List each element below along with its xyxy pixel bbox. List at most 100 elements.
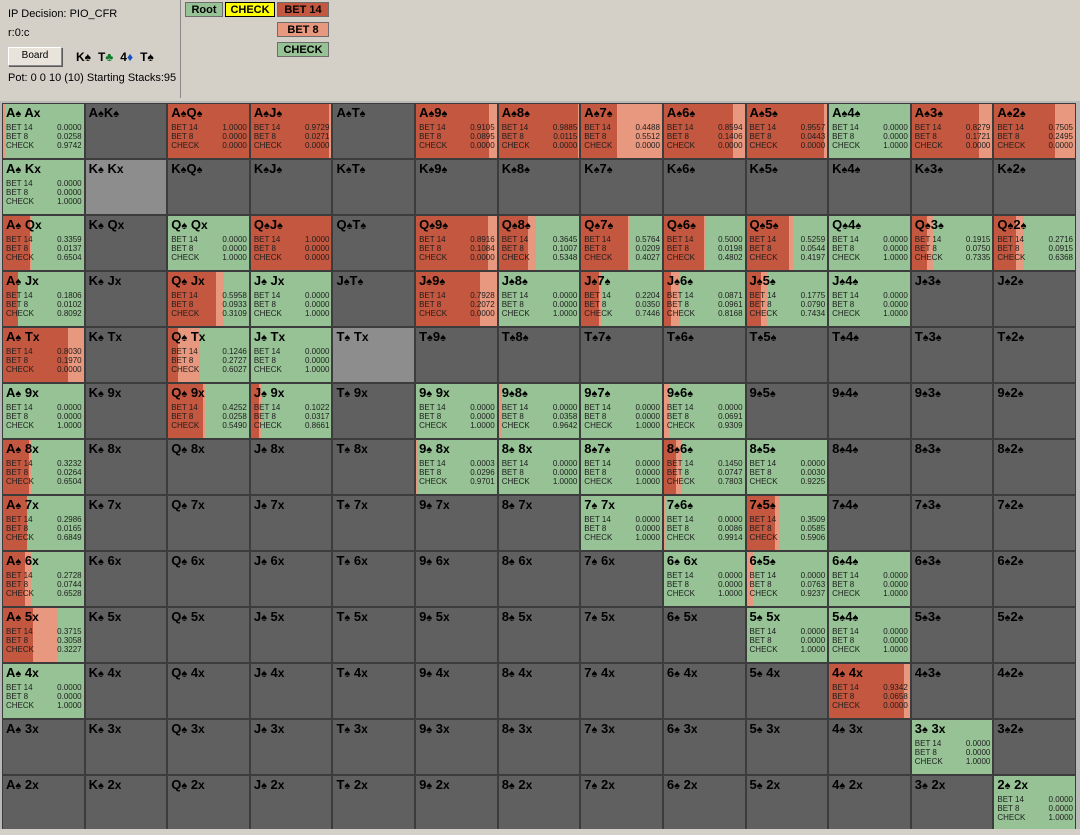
range-cell[interactable]: 5♠4♠ BET 14 0.0000 BET 8 0.0000 CHECK 1.0000	[828, 607, 911, 663]
range-cell[interactable]: 7♠ 4x	[580, 663, 663, 719]
range-cell[interactable]: 6♠ 4x	[662, 663, 746, 719]
range-cell[interactable]: Q♠T♠	[332, 215, 416, 271]
range-cell[interactable]: 2♠ 2x BET 14 0.0000 BET 8 0.0000 CHECK 1.0000	[993, 775, 1076, 831]
range-cell[interactable]: J♠ 5x	[249, 607, 333, 663]
range-cell[interactable]: 6♠5♠ BET 14 0.0000 BET 8 0.0763 CHECK 0.9237	[745, 551, 829, 607]
tree-node-bet-8[interactable]: BET 8	[277, 22, 329, 37]
range-cell[interactable]: Q♠6♠ BET 14 0.5000 BET 8 0.0198 CHECK 0.4802	[662, 215, 746, 271]
range-cell[interactable]: Q♠ 6x	[167, 551, 250, 607]
range-cell[interactable]: 7♠5♠ BET 14 0.3509 BET 8 0.0585 CHECK 0.5906	[745, 495, 829, 551]
range-cell[interactable]: 9♠8♠ BET 14 0.0000 BET 8 0.0358 CHECK 0.9642	[497, 383, 581, 439]
range-cell[interactable]: A♠ 5x BET 14 0.3715 BET 8 0.3058 CHECK 0.3227	[2, 607, 85, 663]
range-cell[interactable]: 9♠ 5x	[415, 607, 498, 663]
range-cell[interactable]: A♠T♠	[332, 103, 416, 159]
range-cell[interactable]: 6♠ 6x BET 14 0.0000 BET 8 0.0000 CHECK 1.0000	[662, 551, 746, 607]
range-cell[interactable]: T♠ 9x	[332, 383, 416, 439]
range-cell[interactable]: T♠2♠	[993, 327, 1076, 383]
range-cell[interactable]: Q♠ 3x	[167, 719, 250, 775]
range-cell[interactable]: K♠ 3x	[84, 719, 168, 775]
range-cell[interactable]: T♠ 3x	[332, 719, 416, 775]
range-cell[interactable]: 7♠6♠ BET 14 0.0000 BET 8 0.0086 CHECK 0.9914	[662, 495, 746, 551]
range-cell[interactable]: 9♠ 6x	[415, 551, 498, 607]
range-cell[interactable]: A♠ Ax BET 14 0.0000 BET 8 0.0258 CHECK 0.9742	[2, 103, 85, 159]
range-cell[interactable]: J♠6♠ BET 14 0.0871 BET 8 0.0961 CHECK 0.8168	[662, 271, 746, 327]
range-cell[interactable]: J♠9♠ BET 14 0.7928 BET 8 0.2072 CHECK 0.0000	[415, 271, 498, 327]
range-cell[interactable]: J♠5♠ BET 14 0.1775 BET 8 0.0790 CHECK 0.7434	[745, 271, 829, 327]
range-cell[interactable]: J♠ 2x	[249, 775, 333, 831]
range-cell[interactable]: J♠7♠ BET 14 0.2204 BET 8 0.0350 CHECK 0.7446	[580, 271, 663, 327]
range-cell[interactable]: K♠J♠	[249, 159, 333, 215]
tree-node-check[interactable]: CHECK	[277, 42, 329, 57]
range-cell[interactable]: 6♠ 3x	[662, 719, 746, 775]
range-cell[interactable]: 5♠3♠	[910, 607, 994, 663]
range-cell[interactable]: A♠ 9x BET 14 0.0000 BET 8 0.0000 CHECK 1.0000	[2, 383, 85, 439]
range-cell[interactable]: J♠ 4x	[249, 663, 333, 719]
range-cell[interactable]: 8♠ 8x BET 14 0.0000 BET 8 0.0000 CHECK 1.0000	[497, 439, 581, 495]
range-cell[interactable]: K♠7♠	[580, 159, 663, 215]
range-cell[interactable]: 6♠4♠ BET 14 0.0000 BET 8 0.0000 CHECK 1.0000	[828, 551, 911, 607]
range-cell[interactable]: T♠3♠	[910, 327, 994, 383]
board-button[interactable]: Board	[8, 47, 62, 66]
range-cell[interactable]: 9♠ 2x	[415, 775, 498, 831]
range-cell[interactable]: Q♠5♠ BET 14 0.5259 BET 8 0.0544 CHECK 0.4197	[745, 215, 829, 271]
range-cell[interactable]: A♠8♠ BET 14 0.9885 BET 8 0.0115 CHECK 0.0000	[497, 103, 581, 159]
range-cell[interactable]: Q♠ 2x	[167, 775, 250, 831]
range-cell[interactable]: K♠5♠	[745, 159, 829, 215]
range-cell[interactable]: 9♠7♠ BET 14 0.0000 BET 8 0.0000 CHECK 1.0000	[580, 383, 663, 439]
range-cell[interactable]: Q♠ Qx BET 14 0.0000 BET 8 0.0000 CHECK 1.0000	[167, 215, 250, 271]
range-cell[interactable]: Q♠3♠ BET 14 0.1915 BET 8 0.0750 CHECK 0.7335	[910, 215, 994, 271]
range-cell[interactable]: 5♠ 2x	[745, 775, 829, 831]
range-cell[interactable]: K♠ Qx	[84, 215, 168, 271]
range-cell[interactable]: T♠7♠	[580, 327, 663, 383]
range-cell[interactable]: Q♠ Tx BET 14 0.1246 BET 8 0.2727 CHECK 0.6027	[167, 327, 250, 383]
range-grid[interactable]: A♠ Ax BET 14 0.0000 BET 8 0.0258 CHECK 0.9742 A…	[0, 101, 1080, 835]
range-cell[interactable]: 8♠ 6x	[497, 551, 581, 607]
range-cell[interactable]: K♠9♠	[415, 159, 498, 215]
range-cell[interactable]: 7♠ 6x	[580, 551, 663, 607]
range-cell[interactable]: T♠8♠	[497, 327, 581, 383]
range-cell[interactable]: 8♠7♠ BET 14 0.0000 BET 8 0.0000 CHECK 1.0000	[580, 439, 663, 495]
range-cell[interactable]: A♠4♠ BET 14 0.0000 BET 8 0.0000 CHECK 1.0000	[828, 103, 911, 159]
range-cell[interactable]: T♠ 5x	[332, 607, 416, 663]
range-cell[interactable]: A♠K♠	[84, 103, 168, 159]
range-cell[interactable]: Q♠7♠ BET 14 0.5764 BET 8 0.0209 CHECK 0.4027	[580, 215, 663, 271]
range-cell[interactable]: 9♠ 4x	[415, 663, 498, 719]
range-cell[interactable]: 8♠ 3x	[497, 719, 581, 775]
range-cell[interactable]: A♠ 6x BET 14 0.2728 BET 8 0.0744 CHECK 0.6528	[2, 551, 85, 607]
range-cell[interactable]: 7♠ 5x	[580, 607, 663, 663]
range-cell[interactable]: 6♠ 2x	[662, 775, 746, 831]
range-cell[interactable]: K♠ 5x	[84, 607, 168, 663]
range-cell[interactable]: 8♠ 4x	[497, 663, 581, 719]
range-cell[interactable]: 7♠ 3x	[580, 719, 663, 775]
range-cell[interactable]: Q♠ 9x BET 14 0.4252 BET 8 0.0258 CHECK 0.5490	[167, 383, 250, 439]
range-cell[interactable]: 4♠ 3x	[828, 719, 911, 775]
range-cell[interactable]: J♠T♠	[332, 271, 416, 327]
range-cell[interactable]: Q♠2♠ BET 14 0.2716 BET 8 0.0915 CHECK 0.6368	[993, 215, 1076, 271]
range-cell[interactable]: Q♠ Jx BET 14 0.5958 BET 8 0.0933 CHECK 0.3109	[167, 271, 250, 327]
range-cell[interactable]: 7♠ 7x BET 14 0.0000 BET 8 0.0000 CHECK 1.0000	[580, 495, 663, 551]
range-cell[interactable]: 8♠2♠	[993, 439, 1076, 495]
range-cell[interactable]: 5♠ 3x	[745, 719, 829, 775]
range-cell[interactable]: 7♠ 2x	[580, 775, 663, 831]
range-cell[interactable]: A♠ 2x	[2, 775, 85, 831]
range-cell[interactable]: K♠3♠	[910, 159, 994, 215]
range-cell[interactable]: 9♠4♠	[828, 383, 911, 439]
range-cell[interactable]: 6♠ 5x	[662, 607, 746, 663]
range-cell[interactable]: 3♠2♠	[993, 719, 1076, 775]
range-cell[interactable]: K♠ 2x	[84, 775, 168, 831]
range-cell[interactable]: A♠6♠ BET 14 0.8594 BET 8 0.1406 CHECK 0.0000	[662, 103, 746, 159]
range-cell[interactable]: 4♠ 2x	[828, 775, 911, 831]
range-cell[interactable]: Q♠ 4x	[167, 663, 250, 719]
range-cell[interactable]: 6♠3♠	[910, 551, 994, 607]
range-cell[interactable]: 4♠ 4x BET 14 0.9342 BET 8 0.0658 CHECK 0.0000	[828, 663, 911, 719]
range-cell[interactable]: A♠7♠ BET 14 0.4488 BET 8 0.5512 CHECK 0.0000	[580, 103, 663, 159]
range-cell[interactable]: 8♠6♠ BET 14 0.1450 BET 8 0.0747 CHECK 0.7803	[662, 439, 746, 495]
range-cell[interactable]: 8♠3♠	[910, 439, 994, 495]
range-cell[interactable]: K♠ 7x	[84, 495, 168, 551]
range-cell[interactable]: T♠9♠	[415, 327, 498, 383]
range-cell[interactable]: J♠4♠ BET 14 0.0000 BET 8 0.0000 CHECK 1.0000	[828, 271, 911, 327]
range-cell[interactable]: J♠ 3x	[249, 719, 333, 775]
range-cell[interactable]: Q♠ 8x	[167, 439, 250, 495]
range-cell[interactable]: T♠ Tx	[332, 327, 416, 383]
range-cell[interactable]: T♠6♠	[662, 327, 746, 383]
